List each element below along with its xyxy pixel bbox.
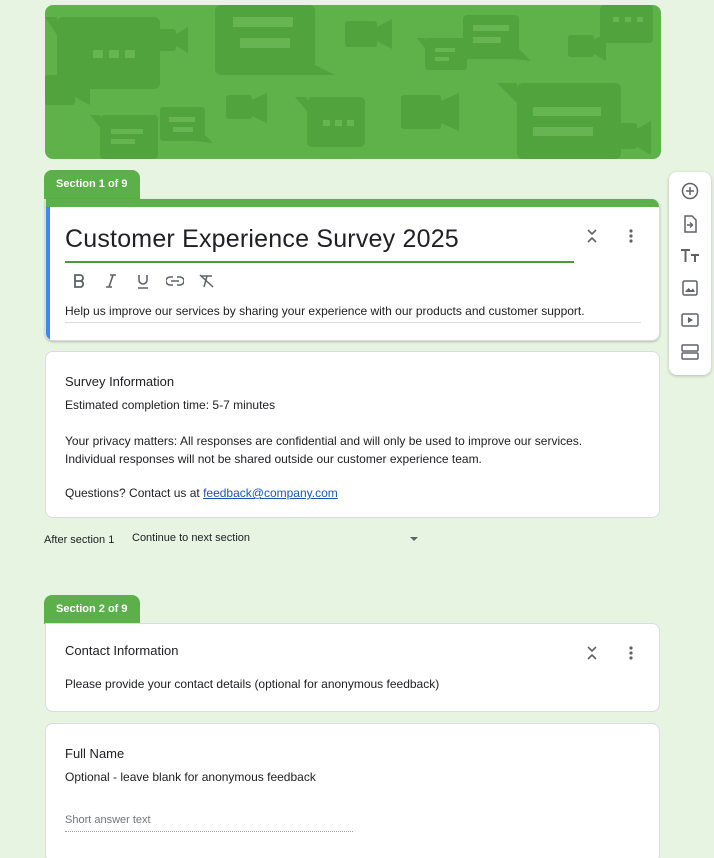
formatting-toolbar — [70, 271, 216, 291]
add-section-icon[interactable] — [679, 341, 701, 363]
question-description: Optional - leave blank for anonymous fee… — [65, 770, 316, 784]
form-title-input[interactable]: Customer Experience Survey 2025 — [65, 221, 574, 263]
more-options-icon[interactable] — [621, 226, 641, 246]
section-color-strip — [46, 199, 659, 207]
privacy-text: Your privacy matters: All responses are … — [65, 434, 583, 466]
focus-indicator — [46, 207, 50, 340]
add-video-icon[interactable] — [679, 309, 701, 331]
dropdown-arrow-icon — [410, 537, 418, 541]
italic-icon[interactable] — [102, 272, 120, 290]
banner-pattern — [45, 5, 653, 159]
add-title-icon[interactable] — [679, 245, 701, 267]
contact-line: Questions? Contact us at feedback@compan… — [65, 486, 338, 500]
after-section-dropdown[interactable]: Continue to next section — [132, 532, 422, 550]
bold-icon[interactable] — [70, 272, 88, 290]
form-title-card[interactable]: Customer Experience Survey 2025 Help us … — [45, 199, 660, 341]
form-description-input[interactable]: Help us improve our services by sharing … — [65, 303, 641, 323]
question-title: Full Name — [65, 746, 125, 761]
contact-prefix: Questions? Contact us at — [65, 486, 204, 500]
header-banner — [45, 5, 661, 159]
contact-description: Please provide your contact details (opt… — [65, 677, 440, 691]
add-image-icon[interactable] — [679, 277, 701, 299]
underline-icon[interactable] — [134, 272, 152, 290]
info-heading: Survey Information — [65, 374, 175, 389]
short-answer-field: Short answer text — [65, 814, 353, 832]
collapse-section-icon[interactable] — [582, 643, 602, 663]
survey-info-card[interactable]: Survey Information Estimated completion … — [45, 351, 660, 518]
add-question-icon[interactable] — [679, 180, 701, 202]
collapse-section-icon[interactable] — [582, 226, 602, 246]
import-questions-icon[interactable] — [679, 213, 701, 235]
question-card-full-name[interactable]: Full Name Optional - leave blank for ano… — [45, 723, 660, 858]
contact-email-link[interactable]: feedback@company.com — [203, 486, 338, 500]
side-toolbar — [669, 172, 711, 375]
contact-heading: Contact Information — [65, 643, 179, 658]
section-1-tab: Section 1 of 9 — [44, 170, 140, 199]
more-options-icon[interactable] — [621, 643, 641, 663]
contact-section-card[interactable]: Contact Information Please provide your … — [45, 623, 660, 712]
after-section-value: Continue to next section — [132, 532, 251, 544]
completion-time-text: Estimated completion time: 5-7 minutes — [65, 398, 276, 412]
clear-format-icon[interactable] — [198, 272, 216, 290]
after-section-label: After section 1 — [44, 534, 115, 546]
section-2-tab: Section 2 of 9 — [44, 595, 140, 624]
link-icon[interactable] — [166, 272, 184, 290]
